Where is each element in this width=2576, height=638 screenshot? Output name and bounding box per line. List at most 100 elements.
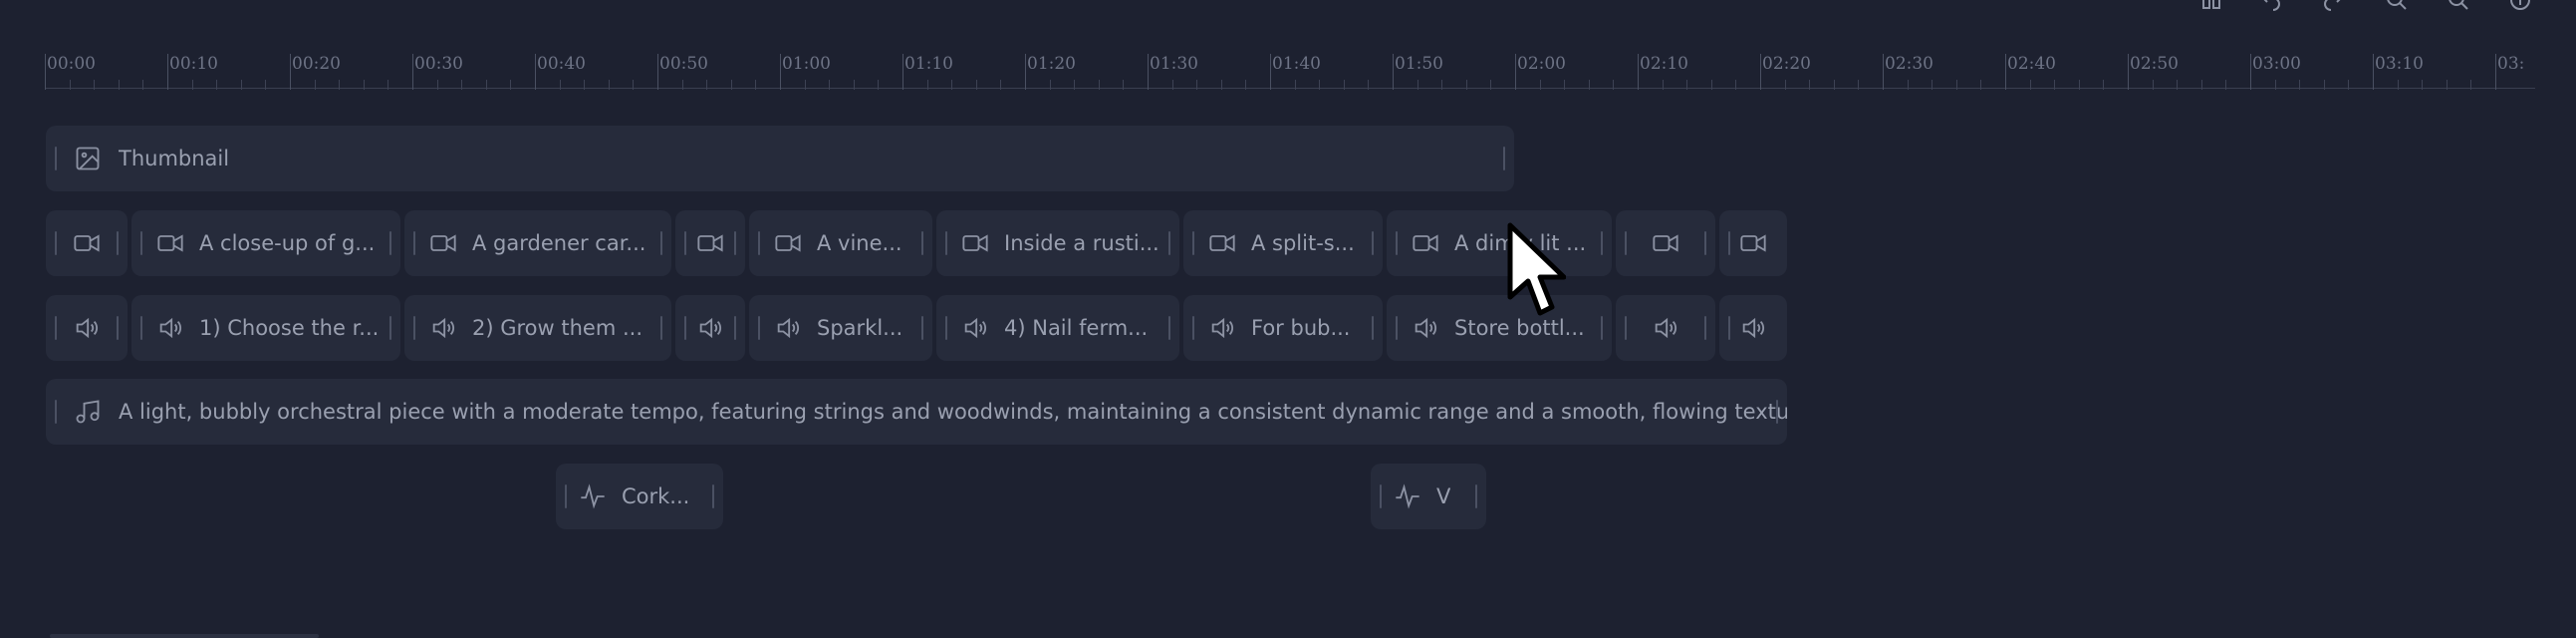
ruler-minor-tick <box>1171 80 1173 90</box>
ruler-minor-tick <box>1686 80 1688 90</box>
audio-clip[interactable] <box>1616 295 1715 361</box>
clip-right-handle[interactable] <box>1168 231 1170 255</box>
video-clip[interactable]: A dimly lit ... <box>1387 210 1612 276</box>
clip-right-handle[interactable] <box>389 316 391 340</box>
clip-left-handle[interactable] <box>565 484 567 508</box>
clip-right-handle[interactable] <box>1475 484 1477 508</box>
zoom-out-icon[interactable] <box>2385 0 2409 12</box>
video-clip[interactable] <box>1616 210 1715 276</box>
ruler-minor-tick <box>1735 80 1737 90</box>
clip-left-handle[interactable] <box>55 147 57 170</box>
clip-right-handle[interactable] <box>1704 316 1706 340</box>
sfx-clip[interactable]: Cork... <box>556 464 723 529</box>
video-clip[interactable]: A gardener car... <box>404 210 671 276</box>
redo-icon[interactable] <box>2321 0 2345 12</box>
audio-clip[interactable]: 4) Nail ferm... <box>936 295 1179 361</box>
clip-right-handle[interactable] <box>1601 316 1603 340</box>
zoom-in-icon[interactable] <box>2447 0 2470 12</box>
ruler-minor-tick <box>2177 80 2179 90</box>
clip-right-handle[interactable] <box>1372 231 1374 255</box>
clip-left-handle[interactable] <box>684 316 686 340</box>
clip-right-handle[interactable] <box>660 231 662 255</box>
ruler-minor-tick <box>2274 80 2276 90</box>
ruler-minor-tick <box>2152 80 2154 90</box>
ruler-major-tick <box>780 54 781 90</box>
ruler-tick-label: 02:30 <box>1885 54 1933 74</box>
sfx-clip[interactable]: V <box>1371 464 1486 529</box>
ruler-minor-tick <box>1980 80 1982 90</box>
clip-right-handle[interactable] <box>1776 400 1778 424</box>
audio-clip[interactable] <box>675 295 745 361</box>
video-clip[interactable]: A split-s... <box>1183 210 1383 276</box>
clip-left-handle[interactable] <box>1192 316 1194 340</box>
clip-right-handle[interactable] <box>117 231 119 255</box>
video-clip[interactable] <box>675 210 745 276</box>
video-clip[interactable]: A close-up of g... <box>131 210 400 276</box>
audio-clip[interactable] <box>1719 295 1787 361</box>
undo-icon[interactable] <box>2259 0 2283 12</box>
clip-right-handle[interactable] <box>117 316 119 340</box>
clip-left-handle[interactable] <box>413 231 415 255</box>
clip-left-handle[interactable] <box>140 231 142 255</box>
thumbnail-clip[interactable]: Thumbnail <box>46 126 1514 191</box>
clip-right-handle[interactable] <box>712 484 714 508</box>
clip-left-handle[interactable] <box>1380 484 1382 508</box>
ruler-minor-tick <box>559 80 561 90</box>
clip-right-handle[interactable] <box>1168 316 1170 340</box>
ruler-minor-tick <box>951 80 953 90</box>
info-icon[interactable] <box>2508 0 2532 12</box>
clip-left-handle[interactable] <box>55 400 57 424</box>
audio-clip[interactable]: 2) Grow them ... <box>404 295 671 361</box>
clip-left-handle[interactable] <box>140 316 142 340</box>
ruler-tick-label: 03: <box>2497 54 2525 74</box>
clip-left-handle[interactable] <box>1728 231 1730 255</box>
ruler-minor-tick <box>1539 80 1541 90</box>
video-clip[interactable]: Inside a rusti... <box>936 210 1179 276</box>
clip-left-handle[interactable] <box>684 231 686 255</box>
clip-right-handle[interactable] <box>734 231 736 255</box>
clip-right-handle[interactable] <box>1503 147 1505 170</box>
clip-left-handle[interactable] <box>1396 231 1398 255</box>
ruler-tick-label: 01:10 <box>904 54 953 74</box>
clip-left-handle[interactable] <box>413 316 415 340</box>
clip-left-handle[interactable] <box>1625 316 1627 340</box>
audio-clip[interactable]: Store bottl... <box>1387 295 1612 361</box>
clip-right-handle[interactable] <box>921 231 923 255</box>
video-clip-label: A gardener car... <box>472 231 646 255</box>
ruler-minor-tick <box>1294 80 1296 90</box>
audio-clip[interactable]: 1) Choose the r... <box>131 295 400 361</box>
clip-right-handle[interactable] <box>660 316 662 340</box>
ruler-minor-tick <box>1000 80 1002 90</box>
ruler-minor-tick <box>2422 80 2424 90</box>
clip-right-handle[interactable] <box>1704 231 1706 255</box>
clip-left-handle[interactable] <box>758 231 760 255</box>
ruler-minor-tick <box>681 80 683 90</box>
clip-left-handle[interactable] <box>1396 316 1398 340</box>
clip-left-handle[interactable] <box>55 231 57 255</box>
clip-left-handle[interactable] <box>55 316 57 340</box>
video-clip[interactable] <box>46 210 128 276</box>
clip-left-handle[interactable] <box>945 231 947 255</box>
audio-clip[interactable]: Sparkl... <box>749 295 932 361</box>
clip-left-handle[interactable] <box>945 316 947 340</box>
ruler-minor-tick <box>339 80 341 90</box>
clip-right-handle[interactable] <box>389 231 391 255</box>
clip-right-handle[interactable] <box>1601 231 1603 255</box>
clip-left-handle[interactable] <box>1728 316 1730 340</box>
video-clip[interactable]: A vine... <box>749 210 932 276</box>
video-camera-icon <box>428 228 458 258</box>
audio-clip[interactable]: For bub... <box>1183 295 1383 361</box>
ruler-minor-tick <box>1319 80 1321 90</box>
time-ruler[interactable]: 00:00 00:10 00:20 00:30 00:40 00:50 01:00 01:10… <box>45 50 2535 90</box>
clip-right-handle[interactable] <box>921 316 923 340</box>
clip-left-handle[interactable] <box>1625 231 1627 255</box>
clip-right-handle[interactable] <box>1372 316 1374 340</box>
audio-clip[interactable] <box>46 295 128 361</box>
horizontal-scrollbar[interactable] <box>50 634 319 638</box>
clip-left-handle[interactable] <box>1192 231 1194 255</box>
video-clip[interactable] <box>1719 210 1787 276</box>
clip-right-handle[interactable] <box>734 316 736 340</box>
split-icon[interactable] <box>2199 0 2223 12</box>
clip-left-handle[interactable] <box>758 316 760 340</box>
music-clip[interactable]: A light, bubbly orchestral piece with a … <box>46 379 1787 445</box>
